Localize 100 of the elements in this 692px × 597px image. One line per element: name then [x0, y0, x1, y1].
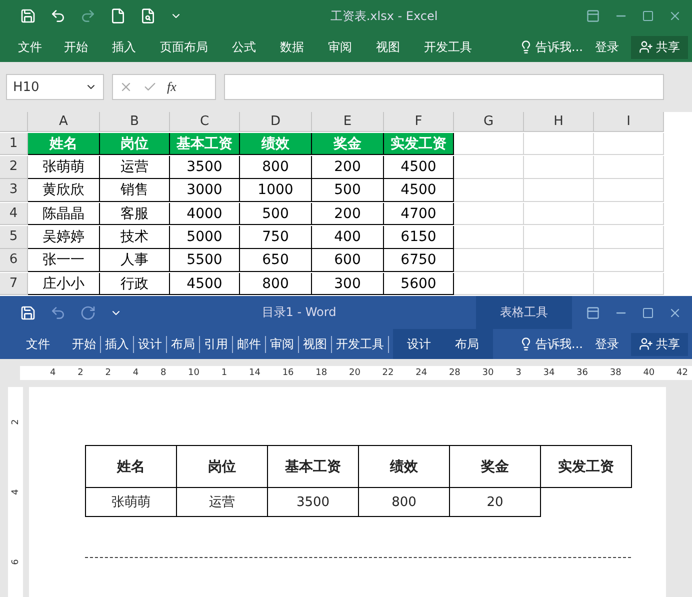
column-header: I — [594, 112, 664, 132]
ribbon-tab[interactable]: 文件 — [8, 38, 52, 56]
ribbon-display-icon[interactable] — [586, 306, 600, 320]
window-title: 目录1 - Word — [260, 304, 338, 321]
ribbon-tab[interactable]: 视图 — [364, 38, 412, 56]
row-header: 2 — [0, 156, 28, 179]
table-cell: 300 — [312, 272, 384, 296]
ribbon-tab[interactable]: 公式 — [220, 38, 268, 56]
header-cell: 姓名 — [86, 446, 177, 488]
maximize-icon[interactable] — [642, 306, 654, 318]
column-header: E — [312, 112, 384, 132]
save-icon[interactable] — [20, 8, 36, 24]
column-header: B — [100, 112, 170, 132]
tell-me-button[interactable]: 告诉我... — [518, 38, 583, 56]
table-cell: 200 — [312, 202, 384, 226]
header-cell: 岗位 — [100, 132, 170, 156]
table-cell: 3000 — [170, 179, 240, 202]
column-header: A — [28, 112, 100, 132]
ribbon-tab[interactable]: 开发工具 — [332, 336, 389, 352]
table-cell: 张一一 — [28, 249, 100, 272]
ribbon-tab[interactable]: 审阅 — [316, 38, 364, 56]
maximize-icon[interactable] — [642, 10, 654, 22]
save-icon[interactable] — [20, 304, 36, 320]
name-box[interactable]: H10 — [6, 74, 104, 100]
ribbon-tab[interactable]: 文件 — [8, 336, 68, 352]
ribbon-tab[interactable]: 邮件 — [233, 336, 266, 352]
table-cell: 人事 — [100, 249, 170, 272]
column-header: F — [384, 112, 454, 132]
table-cell: 4700 — [384, 202, 454, 226]
add-user-icon — [639, 337, 653, 351]
cancel-icon[interactable] — [119, 80, 133, 94]
table-cell: 4500 — [384, 179, 454, 202]
column-header: H — [524, 112, 594, 132]
table-cell: 黄欣欣 — [28, 179, 100, 202]
formula-field[interactable] — [224, 74, 664, 100]
ribbon-tab[interactable]: 插入 — [100, 38, 148, 56]
header-cell: 绩效 — [359, 446, 450, 488]
undo-icon[interactable] — [50, 304, 66, 320]
column-header: C — [170, 112, 240, 132]
ribbon-tab[interactable]: 引用 — [200, 336, 233, 352]
horizontal-ruler: 4 2 2 4 8 10 1 14 16 18 20 22 24 28 30 3 34 36 38 40 42 — [20, 366, 692, 380]
table-cell: 200 — [312, 156, 384, 179]
ribbon-tab[interactable]: 数据 — [268, 38, 316, 56]
table-cell: 800 — [240, 272, 312, 296]
table-cell: 吴婷婷 — [28, 226, 100, 249]
ribbon-display-icon[interactable] — [586, 9, 600, 23]
header-cell: 实发工资 — [541, 446, 632, 488]
function-label: fx — [167, 79, 176, 95]
table-cell: 6150 — [384, 226, 454, 249]
close-icon[interactable] — [668, 9, 682, 23]
table-cell: 800 — [240, 156, 312, 179]
ribbon-tab[interactable]: 插入 — [101, 336, 134, 352]
column-header: G — [454, 112, 524, 132]
table-cell: 技术 — [100, 226, 170, 249]
login-link[interactable]: 登录 — [591, 336, 623, 352]
table-cell: 客服 — [100, 202, 170, 226]
row-header: 3 — [0, 179, 28, 202]
ribbon-tab[interactable]: 布局 — [455, 336, 479, 352]
ribbon-tab[interactable]: 开发工具 — [412, 38, 484, 56]
ribbon-tab[interactable]: 审阅 — [266, 336, 299, 352]
add-user-icon — [639, 40, 653, 54]
ribbon-tab[interactable]: 页面布局 — [148, 38, 220, 56]
ribbon-tab[interactable]: 设计 — [134, 336, 167, 352]
header-cell: 基本工资 — [268, 446, 359, 488]
table-cell: 5500 — [170, 249, 240, 272]
ribbon-tab[interactable]: 视图 — [299, 336, 332, 352]
row-header: 6 — [0, 249, 28, 272]
table-cell: 张萌萌 — [86, 488, 177, 517]
table-cell: 运营 — [100, 156, 170, 179]
window-title: 工资表.xlsx - Excel — [329, 8, 439, 24]
table-cell: 运营 — [177, 488, 268, 517]
login-link[interactable]: 登录 — [591, 38, 623, 56]
print-preview-icon[interactable] — [140, 8, 156, 24]
ribbon-tab[interactable]: 开始 — [52, 38, 100, 56]
row-header: 4 — [0, 202, 28, 226]
context-title: 表格工具 — [476, 296, 572, 329]
header-cell: 奖金 — [450, 446, 541, 488]
header-cell: 绩效 — [240, 132, 312, 156]
ribbon-tab[interactable]: 布局 — [167, 336, 200, 352]
ribbon-tab[interactable]: 开始 — [68, 336, 101, 352]
header-cell: 岗位 — [177, 446, 268, 488]
share-button[interactable]: 共享 — [631, 332, 688, 356]
repeat-icon[interactable] — [80, 304, 96, 320]
table-cell: 1000 — [240, 179, 312, 202]
undo-icon[interactable] — [50, 8, 66, 24]
table-cell: 3500 — [268, 488, 359, 517]
tell-me-button[interactable]: 告诉我... — [518, 336, 583, 352]
table-cell: 4500 — [384, 156, 454, 179]
ribbon-tab[interactable]: 设计 — [407, 336, 431, 352]
table-cell: 销售 — [100, 179, 170, 202]
header-cell: 姓名 — [28, 132, 100, 156]
table-cell: 400 — [312, 226, 384, 249]
table-cell: 陈晶晶 — [28, 202, 100, 226]
header-cell: 基本工资 — [170, 132, 240, 156]
table-cell: 3500 — [170, 156, 240, 179]
header-cell: 奖金 — [312, 132, 384, 156]
row-header: 1 — [0, 132, 28, 156]
redo-icon[interactable] — [80, 8, 96, 24]
new-file-icon[interactable] — [110, 8, 126, 24]
share-button[interactable]: 共享 — [631, 36, 688, 58]
